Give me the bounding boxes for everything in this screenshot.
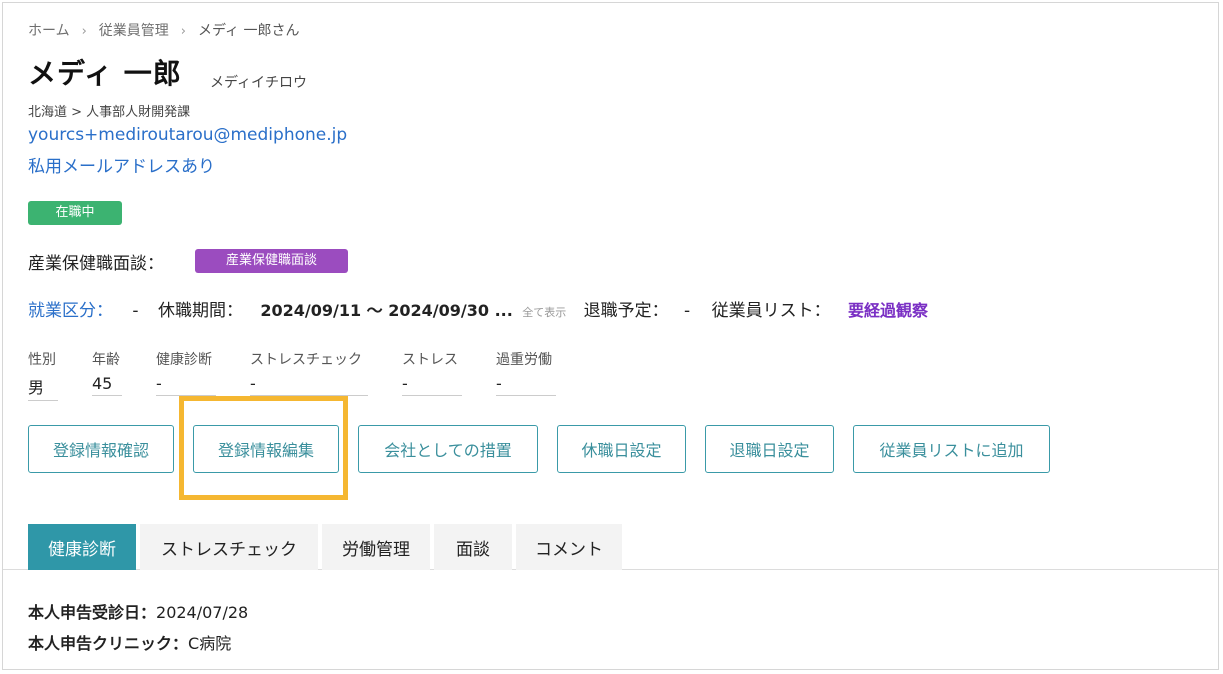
detail-value: 2024/07/28 bbox=[156, 603, 249, 622]
employee-name: メディ 一郎 bbox=[28, 57, 182, 90]
leave-date-button[interactable]: 休職日設定 bbox=[557, 425, 686, 473]
retire-value: - bbox=[684, 301, 691, 321]
retirement-date-button[interactable]: 退職日設定 bbox=[705, 425, 834, 473]
detail-label: 本人申告受診日： bbox=[28, 603, 157, 622]
show-all-link[interactable]: 全て表示 bbox=[522, 304, 566, 320]
stat-age: 年齢 45 bbox=[92, 349, 122, 396]
employment-info-row: 就業区分： - 休職期間： 2024/09/11 ～ 2024/09/30 ..… bbox=[28, 296, 928, 321]
tab-comment[interactable]: コメント bbox=[516, 524, 622, 570]
tab-health-check[interactable]: 健康診断 bbox=[28, 524, 136, 570]
work-category-value: - bbox=[132, 301, 139, 321]
sangyo-label: 産業保健職面談： bbox=[28, 254, 164, 274]
stat-label: 年齢 bbox=[92, 352, 120, 368]
detail-value: C病院 bbox=[188, 634, 232, 653]
edit-registration-button[interactable]: 登録情報編集 bbox=[193, 425, 339, 473]
stat-health-check: 健康診断 - bbox=[156, 349, 216, 396]
stat-value: - bbox=[496, 374, 556, 396]
breadcrumb-home[interactable]: ホーム bbox=[28, 20, 70, 40]
stat-stress: ストレス - bbox=[402, 349, 462, 396]
tab-labor-management[interactable]: 労働管理 bbox=[322, 524, 430, 570]
employee-department: 北海道 > 人事部人財開発課 bbox=[28, 105, 191, 120]
employee-list-label: 従業員リスト： bbox=[711, 301, 831, 321]
breadcrumb: ホーム › 従業員管理 › メディ 一郎さん bbox=[28, 20, 299, 40]
stat-gender: 性別 男 bbox=[28, 349, 58, 401]
stat-value: - bbox=[156, 374, 216, 396]
stat-label: 性別 bbox=[28, 352, 56, 368]
stat-overwork: 過重労働 - bbox=[496, 349, 556, 396]
stat-stress-check: ストレスチェック - bbox=[250, 349, 368, 396]
company-measures-button[interactable]: 会社としての措置 bbox=[358, 425, 538, 473]
stat-value: 45 bbox=[92, 374, 122, 396]
tab-interview[interactable]: 面談 bbox=[434, 524, 512, 570]
sangyo-badge: 産業保健職面談 bbox=[195, 249, 348, 273]
breadcrumb-separator-icon: › bbox=[180, 24, 186, 39]
employee-email-link[interactable]: yourcs+mediroutarou@mediphone.jp bbox=[28, 125, 347, 145]
stat-label: ストレス bbox=[402, 352, 458, 368]
work-category-link[interactable]: 就業区分： bbox=[28, 296, 113, 321]
detail-label: 本人申告クリニック： bbox=[28, 634, 189, 653]
stat-label: 健康診断 bbox=[156, 352, 212, 368]
employee-list-value[interactable]: 要経過観察 bbox=[848, 297, 928, 321]
breadcrumb-employees[interactable]: 従業員管理 bbox=[99, 20, 169, 40]
breadcrumb-separator-icon: › bbox=[81, 24, 87, 39]
tab-stress-check[interactable]: ストレスチェック bbox=[140, 524, 318, 570]
stat-value: - bbox=[402, 374, 462, 396]
stat-label: ストレスチェック bbox=[250, 352, 362, 368]
self-report-clinic-row: 本人申告クリニック：C病院 bbox=[28, 630, 231, 654]
retire-label: 退職予定： bbox=[583, 301, 669, 321]
private-email-link[interactable]: 私用メールアドレスあり bbox=[28, 152, 215, 177]
leave-label: 休職期間： bbox=[157, 301, 243, 321]
status-badge: 在職中 bbox=[28, 201, 122, 225]
employee-kana: メディイチロウ bbox=[210, 75, 308, 91]
self-report-date-row: 本人申告受診日：2024/07/28 bbox=[28, 599, 248, 623]
leave-period-value: 2024/09/11 ～ 2024/09/30 ... bbox=[260, 301, 513, 320]
stat-value: - bbox=[250, 374, 368, 396]
add-to-list-button[interactable]: 従業員リストに追加 bbox=[853, 425, 1050, 473]
breadcrumb-current: メディ 一郎さん bbox=[198, 23, 300, 39]
stat-label: 過重労働 bbox=[496, 352, 552, 368]
stat-value: 男 bbox=[28, 374, 58, 401]
view-registration-button[interactable]: 登録情報確認 bbox=[28, 425, 174, 473]
